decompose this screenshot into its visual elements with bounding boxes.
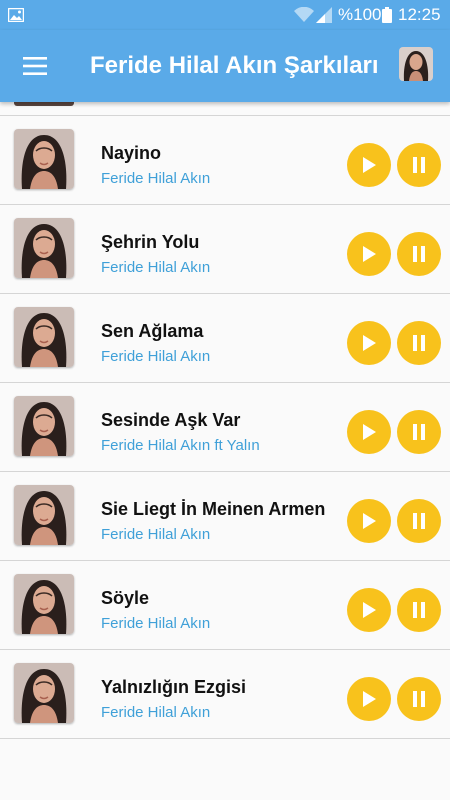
song-artist: Feride Hilal Akın ft Yalın	[101, 437, 260, 454]
play-button[interactable]	[347, 321, 391, 365]
song-row[interactable]: Söyle Feride Hilal Akın	[0, 561, 450, 650]
play-button[interactable]	[347, 677, 391, 721]
artist-photo	[14, 307, 74, 367]
artist-photo	[14, 663, 74, 723]
song-title: Sesinde Aşk Var	[101, 410, 241, 430]
song-title: Söyle	[101, 588, 150, 608]
artist-photo	[14, 485, 74, 545]
song-thumbnail	[14, 218, 74, 278]
song-row[interactable]: Sen Ağlama Feride Hilal Akın	[0, 294, 450, 383]
pause-button[interactable]	[397, 143, 441, 187]
song-artist: Feride Hilal Akın	[101, 348, 211, 365]
pause-icon	[413, 246, 425, 262]
play-icon	[363, 246, 376, 262]
menu-button[interactable]	[14, 48, 56, 84]
song-title: Sie Liegt İn Meinen Armen	[101, 499, 326, 519]
pause-button[interactable]	[397, 588, 441, 632]
play-button[interactable]	[347, 499, 391, 543]
play-icon	[363, 513, 376, 529]
app-title: Feride Hilal Akın Şarkıları	[90, 52, 379, 79]
song-row[interactable]: Yalnızlığın Ezgisi Feride Hilal Akın	[0, 650, 450, 739]
song-artist: Feride Hilal Akın	[101, 704, 211, 721]
pause-icon	[413, 691, 425, 707]
song-title: Sen Ağlama	[101, 321, 204, 341]
artist-photo	[14, 129, 74, 189]
play-button[interactable]	[347, 232, 391, 276]
song-row[interactable]: Nayino Feride Hilal Akın	[0, 116, 450, 205]
play-icon	[363, 157, 376, 173]
song-thumbnail	[14, 396, 74, 456]
play-icon	[363, 691, 376, 707]
pause-button[interactable]	[397, 410, 441, 454]
play-button[interactable]	[347, 588, 391, 632]
song-title: Nayino	[101, 143, 162, 163]
song-artist: Feride Hilal Akın	[101, 259, 211, 276]
wifi-icon	[294, 7, 314, 22]
song-thumbnail	[14, 663, 74, 723]
play-button[interactable]	[347, 410, 391, 454]
pause-icon	[413, 157, 425, 173]
song-thumbnail	[14, 485, 74, 545]
hamburger-menu-icon	[23, 57, 47, 75]
song-thumbnail	[14, 574, 74, 634]
artist-photo	[14, 218, 74, 278]
battery-icon	[382, 7, 392, 23]
pause-icon	[413, 513, 425, 529]
pause-button[interactable]	[397, 232, 441, 276]
song-thumbnail	[14, 129, 74, 189]
artist-photo	[399, 47, 433, 81]
list-item-partial	[0, 102, 450, 116]
song-row[interactable]: Sie Liegt İn Meinen Armen Feride Hilal A…	[0, 472, 450, 561]
gallery-notification-icon	[8, 8, 24, 22]
pause-button[interactable]	[397, 499, 441, 543]
play-icon	[363, 424, 376, 440]
song-row[interactable]: Şehrin Yolu Feride Hilal Akın	[0, 205, 450, 294]
status-bar: %100 12:25	[0, 0, 450, 30]
artist-photo	[14, 396, 74, 456]
play-button[interactable]	[347, 143, 391, 187]
song-artist: Feride Hilal Akın	[101, 170, 211, 187]
play-icon	[363, 602, 376, 618]
signal-icon	[316, 7, 332, 23]
battery-percent: %100	[338, 5, 382, 24]
song-artist: Feride Hilal Akın	[101, 615, 211, 632]
song-thumbnail	[14, 307, 74, 367]
status-clock: 12:25	[398, 5, 441, 24]
pause-icon	[413, 602, 425, 618]
app-bar: Feride Hilal Akın Şarkıları	[0, 30, 450, 102]
artist-avatar[interactable]	[399, 47, 433, 81]
song-thumbnail	[14, 102, 74, 106]
song-row[interactable]: Sesinde Aşk Var Feride Hilal Akın ft Yal…	[0, 383, 450, 472]
song-list[interactable]: Nayino Feride Hilal Akın Şehrin Yolu Fer…	[0, 102, 450, 800]
pause-button[interactable]	[397, 677, 441, 721]
pause-button[interactable]	[397, 321, 441, 365]
song-title: Şehrin Yolu	[101, 232, 200, 252]
pause-icon	[413, 335, 425, 351]
play-icon	[363, 335, 376, 351]
song-title: Yalnızlığın Ezgisi	[101, 677, 247, 697]
pause-icon	[413, 424, 425, 440]
song-artist: Feride Hilal Akın	[101, 526, 211, 543]
artist-photo	[14, 574, 74, 634]
